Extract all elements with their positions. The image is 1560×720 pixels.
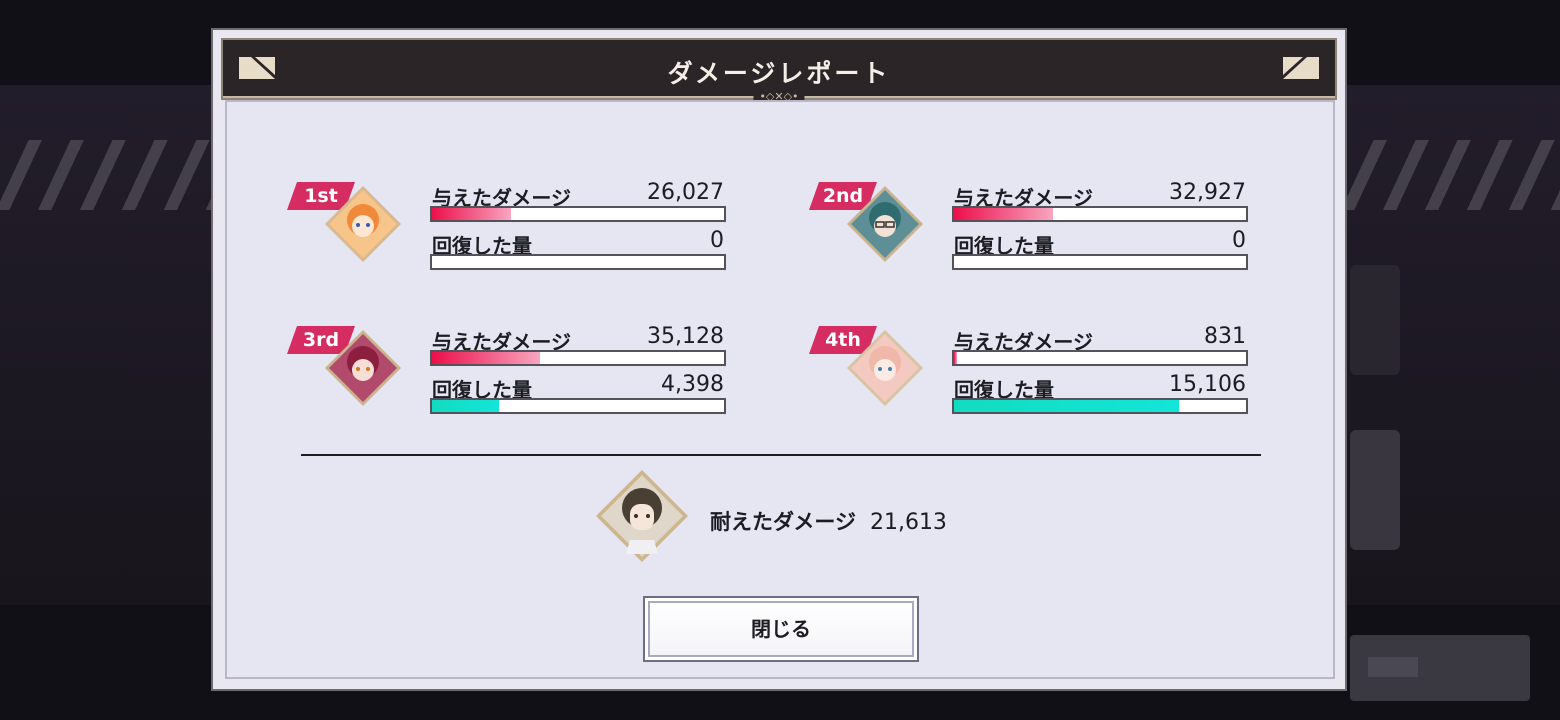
heal-value: 0 [1232, 228, 1246, 253]
damage-value: 35,128 [647, 324, 724, 349]
heal-value: 4,398 [661, 372, 724, 397]
damage-bar [952, 350, 1248, 366]
heal-bar [430, 398, 726, 414]
damage-bar [430, 206, 726, 222]
heal-bar [952, 254, 1248, 270]
section-divider [301, 454, 1261, 456]
player-card-4: 4th 与えたダメージ 831 回復した量 15,106 [809, 324, 1269, 436]
damage-bar [430, 350, 726, 366]
corner-right-ornament-icon [1283, 57, 1319, 79]
heal-value: 15,106 [1169, 372, 1246, 397]
heal-bar [952, 398, 1248, 414]
player-card-2: 2nd 与えたダメージ 32,927 回復した量 0 [809, 180, 1269, 292]
damage-bar-fill [954, 352, 957, 364]
character-portrait-icon [325, 186, 401, 262]
close-button[interactable]: 閉じる [643, 596, 919, 662]
damage-report-dialog: ダメージレポート •◇✕◇• 1st 与えたダメージ 26,027 回復した量 … [211, 28, 1347, 691]
background-button [1350, 635, 1530, 701]
heal-value: 0 [710, 228, 724, 253]
player-card-3: 3rd 与えたダメージ 35,128 回復した量 4,398 [287, 324, 747, 436]
tank-value: 21,613 [869, 510, 947, 535]
tank-stat: 耐えたダメージ 21,613 [710, 506, 947, 536]
damage-bar-fill [432, 352, 541, 364]
background-card [1350, 265, 1400, 375]
heal-bar-fill [954, 400, 1179, 412]
background-stripes-left [0, 140, 215, 210]
heal-bar [430, 254, 726, 270]
tank-character-portrait-icon [596, 470, 688, 562]
damage-bar [952, 206, 1248, 222]
character-portrait-icon [325, 330, 401, 406]
damage-value: 26,027 [647, 180, 724, 205]
player-card-1: 1st 与えたダメージ 26,027 回復した量 0 [287, 180, 747, 292]
character-portrait-icon [847, 330, 923, 406]
tank-label: 耐えたダメージ [710, 510, 856, 534]
dialog-title: ダメージレポート [667, 59, 891, 88]
heal-bar-fill [432, 400, 500, 412]
damage-value: 831 [1204, 324, 1246, 349]
character-portrait-icon [847, 186, 923, 262]
damage-bar-fill [432, 208, 511, 220]
damage-bar-fill [954, 208, 1054, 220]
damage-value: 32,927 [1169, 180, 1246, 205]
background-stripes-right [1345, 140, 1560, 210]
dialog-header: ダメージレポート •◇✕◇• [221, 38, 1337, 103]
background-card [1350, 430, 1400, 550]
